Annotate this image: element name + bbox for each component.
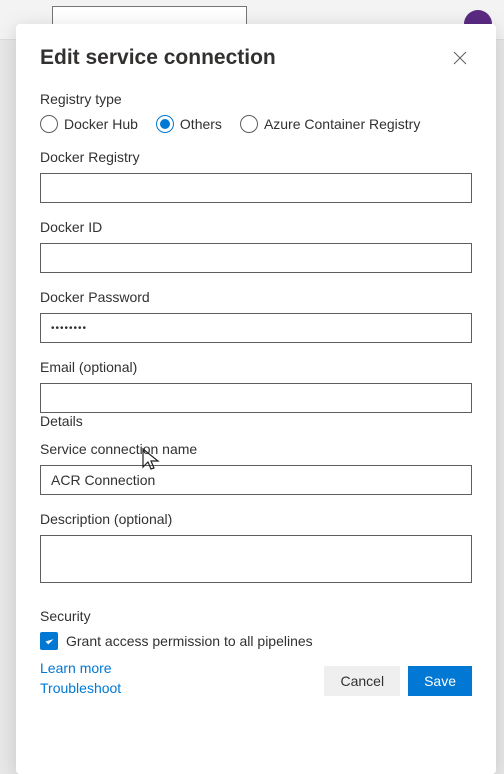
service-connection-name-group: Service connection name xyxy=(40,441,472,495)
radio-icon xyxy=(240,115,258,133)
cancel-button[interactable]: Cancel xyxy=(324,666,400,696)
security-heading: Security xyxy=(40,608,472,624)
grant-access-checkbox[interactable] xyxy=(40,632,58,650)
grant-access-label: Grant access permission to all pipelines xyxy=(66,633,313,649)
radio-docker-hub[interactable]: Docker Hub xyxy=(40,115,138,133)
grant-access-row: Grant access permission to all pipelines xyxy=(40,632,472,650)
close-button[interactable] xyxy=(448,46,472,73)
email-label: Email (optional) xyxy=(40,359,472,375)
service-connection-name-input[interactable] xyxy=(40,465,472,495)
docker-id-label: Docker ID xyxy=(40,219,472,235)
docker-registry-label: Docker Registry xyxy=(40,149,472,165)
description-group: Description (optional) xyxy=(40,511,472,588)
docker-password-label: Docker Password xyxy=(40,289,472,305)
radio-label: Azure Container Registry xyxy=(264,116,420,132)
checkmark-icon xyxy=(43,635,56,648)
radio-acr[interactable]: Azure Container Registry xyxy=(240,115,420,133)
radio-others[interactable]: Others xyxy=(156,115,222,133)
docker-password-input[interactable] xyxy=(40,313,472,343)
registry-type-label: Registry type xyxy=(40,91,472,107)
panel-title: Edit service connection xyxy=(40,46,276,70)
details-heading: Details xyxy=(40,413,472,429)
edit-service-connection-panel: Edit service connection Registry type Do… xyxy=(16,24,496,774)
footer-buttons: Cancel Save xyxy=(324,666,472,696)
footer-links: Learn more Troubleshoot xyxy=(40,660,121,696)
close-icon xyxy=(452,50,468,66)
radio-label: Docker Hub xyxy=(64,116,138,132)
service-connection-name-label: Service connection name xyxy=(40,441,472,457)
radio-icon xyxy=(40,115,58,133)
email-input[interactable] xyxy=(40,383,472,413)
radio-label: Others xyxy=(180,116,222,132)
registry-type-group: Registry type Docker Hub Others Azure Co… xyxy=(40,91,472,133)
save-button[interactable]: Save xyxy=(408,666,472,696)
docker-password-group: Docker Password xyxy=(40,289,472,343)
learn-more-link[interactable]: Learn more xyxy=(40,660,121,676)
troubleshoot-link[interactable]: Troubleshoot xyxy=(40,680,121,696)
docker-id-input[interactable] xyxy=(40,243,472,273)
panel-footer: Learn more Troubleshoot Cancel Save xyxy=(40,660,472,696)
email-group: Email (optional) xyxy=(40,359,472,413)
description-label: Description (optional) xyxy=(40,511,472,527)
description-input[interactable] xyxy=(40,535,472,583)
panel-header: Edit service connection xyxy=(40,46,472,73)
docker-registry-group: Docker Registry xyxy=(40,149,472,203)
radio-icon xyxy=(156,115,174,133)
docker-registry-input[interactable] xyxy=(40,173,472,203)
registry-type-options: Docker Hub Others Azure Container Regist… xyxy=(40,115,472,133)
docker-id-group: Docker ID xyxy=(40,219,472,273)
